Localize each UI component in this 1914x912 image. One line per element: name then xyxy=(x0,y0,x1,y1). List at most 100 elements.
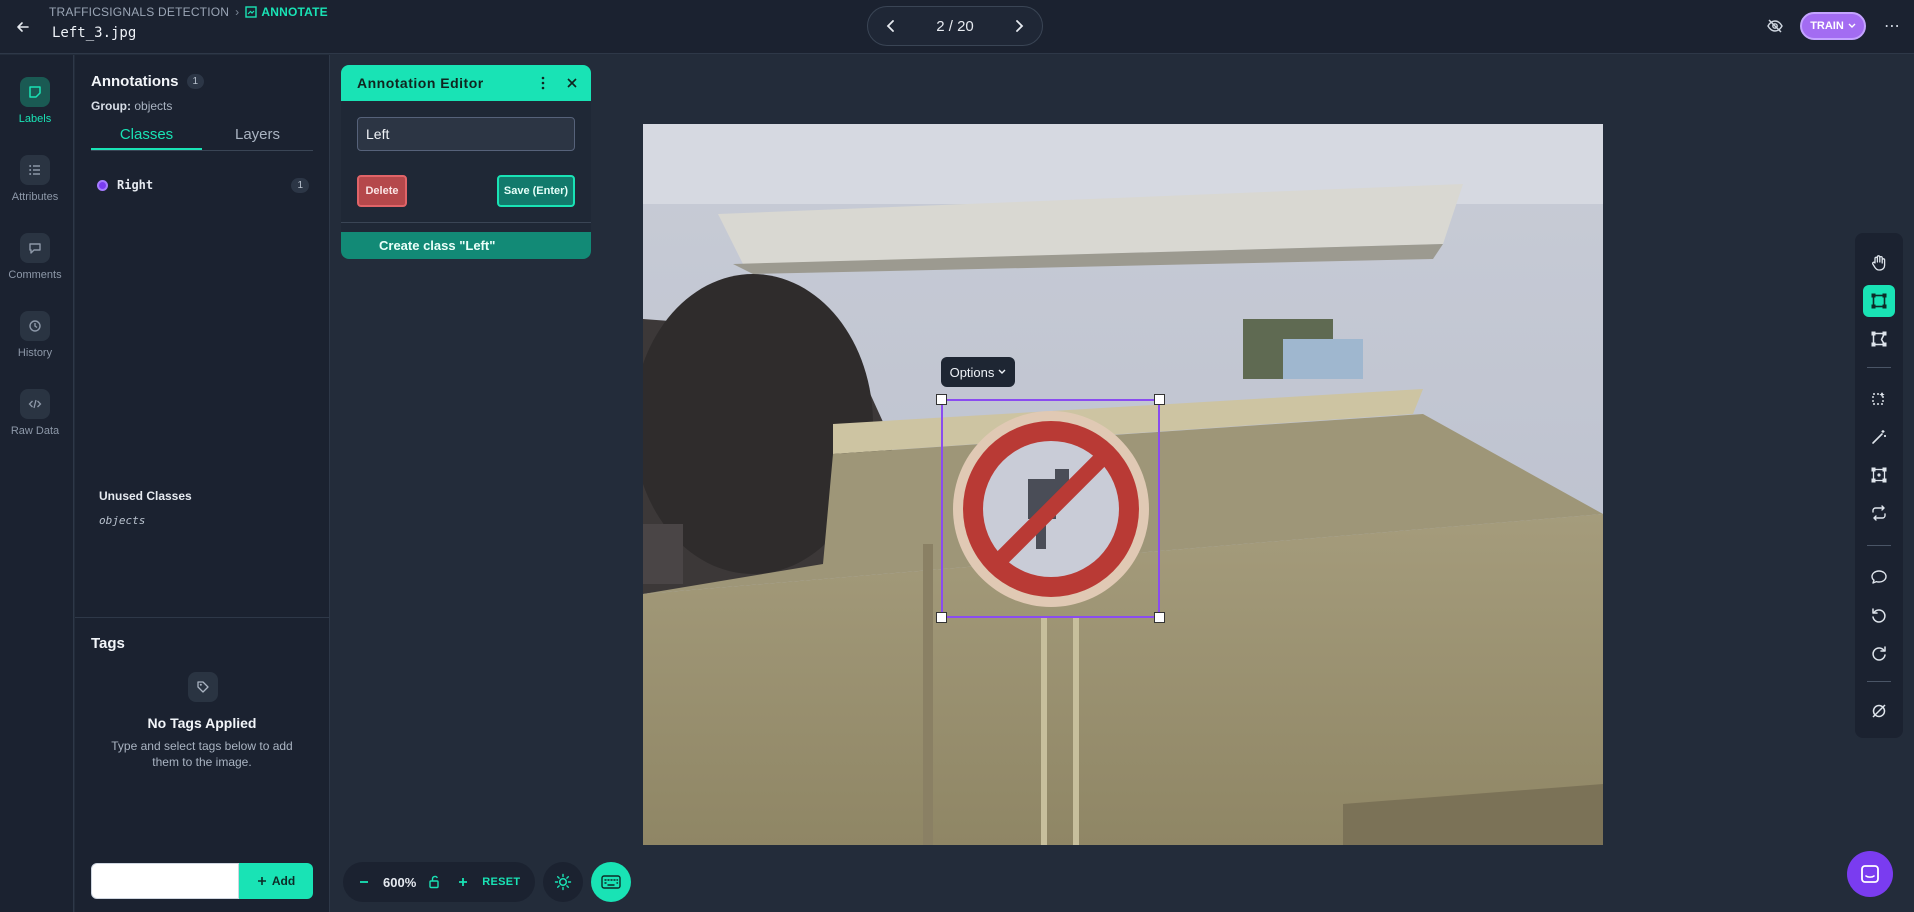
pan-tool[interactable] xyxy=(1863,247,1895,279)
zoom-level: 600% xyxy=(383,874,417,890)
comment-icon xyxy=(20,233,50,263)
arrow-left-icon xyxy=(17,22,29,32)
more-icon: ⋯ xyxy=(1884,18,1900,35)
class-color-dot xyxy=(97,179,108,191)
repeat-icon xyxy=(1872,505,1886,521)
comment-icon xyxy=(1871,570,1887,584)
zoom-out-button[interactable] xyxy=(355,873,373,891)
bounding-box-tool[interactable] xyxy=(1863,285,1895,317)
close-icon xyxy=(567,78,577,88)
delete-button[interactable]: Delete xyxy=(357,175,407,207)
image-canvas[interactable]: Options xyxy=(643,124,1603,845)
smart-select-tool[interactable] xyxy=(1863,383,1895,415)
resize-handle-top-left[interactable] xyxy=(936,394,947,405)
polygon-tool[interactable] xyxy=(1863,323,1895,355)
options-label: Options xyxy=(949,364,995,380)
resize-handle-bottom-right[interactable] xyxy=(1154,612,1165,623)
file-name: Left_3.jpg xyxy=(52,25,137,41)
divider xyxy=(341,222,591,223)
smart-select-icon xyxy=(1872,392,1885,405)
back-button[interactable] xyxy=(10,14,36,40)
redo-icon xyxy=(1872,646,1886,661)
zoom-lock-button[interactable] xyxy=(426,873,444,891)
train-label: TRAIN xyxy=(1810,20,1844,32)
annotation-editor-title: Annotation Editor xyxy=(357,75,484,91)
unused-classes-title: Unused Classes xyxy=(99,489,192,503)
group-label: Group: xyxy=(91,99,131,113)
null-annotation-button[interactable] xyxy=(1863,695,1895,727)
prev-image-button[interactable] xyxy=(880,15,902,37)
tags-title: Tags xyxy=(91,635,125,652)
breadcrumb: TRAFFICSIGNALS DETECTION › ANNOTATE xyxy=(49,5,328,19)
class-name-input[interactable] xyxy=(357,117,575,151)
editor-close-button[interactable] xyxy=(563,74,581,92)
plus-icon xyxy=(257,877,266,885)
vertical-dots-icon xyxy=(541,76,545,90)
rail-label: Comments xyxy=(8,269,62,281)
rail-item-labels[interactable]: Labels xyxy=(0,77,70,141)
rail-item-history[interactable]: History xyxy=(0,311,70,375)
annotate-icon xyxy=(245,6,258,18)
resize-handle-top-right[interactable] xyxy=(1154,394,1165,405)
tag-icon xyxy=(188,672,218,702)
plus-icon xyxy=(459,878,468,886)
chevron-down-icon xyxy=(1848,23,1856,28)
chat-icon xyxy=(1861,865,1879,883)
brightness-button[interactable] xyxy=(543,862,583,902)
annotations-panel: Annotations 1 Group: objects Classes Lay… xyxy=(75,55,330,912)
rail-item-comments[interactable]: Comments xyxy=(0,233,70,297)
magic-wand-tool[interactable] xyxy=(1863,421,1895,453)
next-image-button[interactable] xyxy=(1008,15,1030,37)
null-icon xyxy=(1872,704,1886,718)
chevron-left-icon xyxy=(886,20,894,32)
create-class-option[interactable]: Create class "Left" xyxy=(341,232,591,259)
reset-zoom-button[interactable]: RESET xyxy=(482,876,520,888)
unlock-icon xyxy=(429,875,439,889)
rail-label: Labels xyxy=(18,113,52,125)
add-tag-button[interactable]: Add xyxy=(239,863,313,899)
group-line: Group: objects xyxy=(91,99,172,113)
options-menu-button[interactable]: Options xyxy=(941,357,1015,387)
breadcrumb-separator: › xyxy=(235,5,240,19)
keyboard-shortcuts-button[interactable] xyxy=(591,862,631,902)
breadcrumb-current: ANNOTATE xyxy=(261,5,328,19)
annotations-title: Annotations xyxy=(91,73,179,90)
tab-layers[interactable]: Layers xyxy=(202,121,313,150)
bounding-box[interactable] xyxy=(936,394,1165,623)
annotation-tabs: Classes Layers xyxy=(91,121,313,151)
tool-palette xyxy=(1855,233,1903,738)
hide-annotations-button[interactable] xyxy=(1763,14,1787,38)
save-button[interactable]: Save (Enter) xyxy=(497,175,575,207)
keypoints-icon xyxy=(1871,467,1887,483)
unused-class-item[interactable]: objects xyxy=(99,514,145,527)
repeat-tool[interactable] xyxy=(1863,497,1895,529)
rail-item-attributes[interactable]: Attributes xyxy=(0,155,70,219)
pager-count: 2 / 20 xyxy=(936,17,974,35)
train-button[interactable]: TRAIN xyxy=(1800,12,1866,40)
undo-button[interactable] xyxy=(1863,599,1895,631)
bounding-box-icon xyxy=(1871,293,1887,309)
image-pager: 2 / 20 xyxy=(867,6,1043,46)
annotations-count: 1 xyxy=(186,74,205,89)
class-item-right[interactable]: Right 1 xyxy=(97,175,309,195)
redo-button[interactable] xyxy=(1863,637,1895,669)
tab-classes[interactable]: Classes xyxy=(91,121,202,150)
chevron-right-icon xyxy=(1016,20,1024,32)
keypoint-tool[interactable] xyxy=(1863,459,1895,491)
support-chat-button[interactable] xyxy=(1847,851,1893,897)
editor-more-button[interactable] xyxy=(535,74,551,92)
class-count: 1 xyxy=(291,177,309,193)
no-tags-description: Type and select tags below to add them t… xyxy=(111,739,293,769)
zoom-in-button[interactable] xyxy=(454,873,472,891)
keyboard-icon xyxy=(601,875,621,889)
tag-input[interactable] xyxy=(91,863,239,899)
resize-handle-bottom-left[interactable] xyxy=(936,612,947,623)
comment-tool[interactable] xyxy=(1863,561,1895,593)
undo-icon xyxy=(1872,608,1886,623)
rail-item-raw-data[interactable]: Raw Data xyxy=(0,389,70,453)
divider xyxy=(75,617,329,618)
divider xyxy=(1867,545,1891,546)
more-options-button[interactable]: ⋯ xyxy=(1880,14,1904,38)
breadcrumb-project[interactable]: TRAFFICSIGNALS DETECTION xyxy=(49,5,229,19)
zoom-controls: 600% RESET xyxy=(343,862,535,902)
